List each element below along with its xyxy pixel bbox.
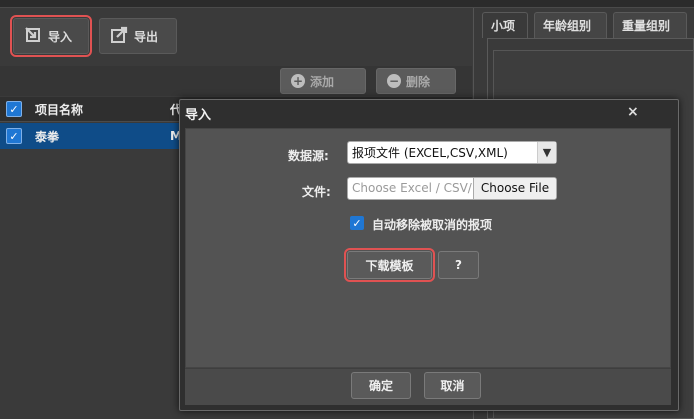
choose-file-button[interactable]: Choose File xyxy=(473,178,556,199)
import-button[interactable]: 导入 xyxy=(10,15,92,57)
file-label: 文件: xyxy=(302,185,331,199)
download-template-button[interactable]: 下载模板 xyxy=(344,248,435,282)
close-icon[interactable]: × xyxy=(627,104,639,120)
dialog-body xyxy=(185,128,671,368)
select-all-checkbox[interactable]: ✓ xyxy=(6,101,22,117)
datasource-value: 报项文件 (EXCEL,CSV,XML) xyxy=(352,146,508,160)
tab-weight-group-label: 重量组别 xyxy=(622,19,671,33)
tab-weight-group[interactable]: 重量组别 xyxy=(613,12,687,38)
import-button-label: 导入 xyxy=(48,29,73,44)
export-button-label: 导出 xyxy=(134,29,159,44)
delete-button[interactable]: − 删除 xyxy=(376,68,456,94)
tab-subitem-label: 小项 xyxy=(491,19,516,33)
datasource-label: 数据源: xyxy=(288,149,329,163)
tab-age-group-label: 年龄组别 xyxy=(543,19,592,33)
cancel-button[interactable]: 取消 xyxy=(424,372,481,399)
row-name: 泰拳 xyxy=(35,129,60,144)
delete-button-label: 删除 xyxy=(406,74,431,89)
download-template-label: 下载模板 xyxy=(365,258,414,273)
top-strip xyxy=(0,0,694,8)
ok-button[interactable]: 确定 xyxy=(351,372,411,399)
add-button-label: 添加 xyxy=(310,74,335,89)
column-header-name[interactable]: 项目名称 xyxy=(35,101,166,118)
auto-remove-label: 自动移除被取消的报项 xyxy=(372,218,493,232)
help-label: ? xyxy=(455,258,462,272)
help-button[interactable]: ? xyxy=(438,251,479,279)
auto-remove-checkbox[interactable]: ✓ xyxy=(350,216,364,230)
export-icon xyxy=(110,26,128,47)
chevron-down-icon: ▼ xyxy=(537,142,556,163)
minus-icon: − xyxy=(387,74,401,88)
add-button[interactable]: + 添加 xyxy=(280,68,366,94)
datasource-select[interactable]: 报项文件 (EXCEL,CSV,XML) ▼ xyxy=(347,141,557,164)
plus-icon: + xyxy=(291,74,305,88)
tab-subitem[interactable]: 小项 xyxy=(482,12,528,38)
cancel-button-label: 取消 xyxy=(440,379,465,393)
file-placeholder: Choose Excel / CSV/ xyxy=(352,181,472,195)
file-input[interactable]: Choose Excel / CSV/ Choose File xyxy=(347,177,557,200)
dialog-title: 导入 xyxy=(185,108,212,123)
export-button[interactable]: 导出 xyxy=(99,18,177,54)
row-checkbox[interactable]: ✓ xyxy=(6,128,22,144)
import-icon xyxy=(24,26,42,47)
tab-age-group[interactable]: 年龄组别 xyxy=(534,12,607,38)
ok-button-label: 确定 xyxy=(368,379,393,393)
